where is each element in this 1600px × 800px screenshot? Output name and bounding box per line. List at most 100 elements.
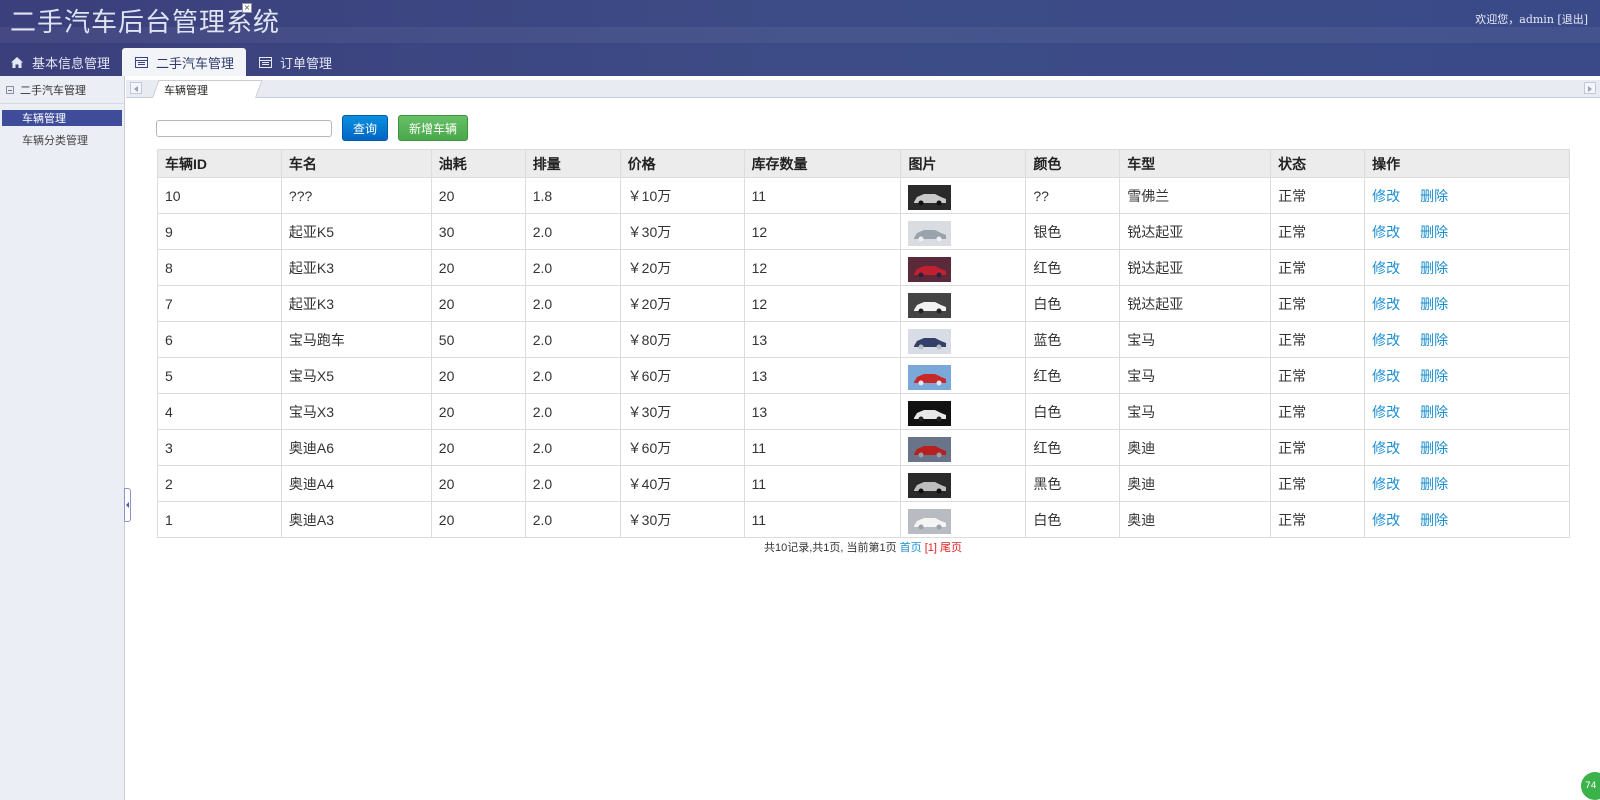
cell-displacement: 2.0 [524, 285, 621, 322]
cell-actions: 修改 删除 [1364, 429, 1570, 466]
edit-link[interactable]: 修改 [1372, 440, 1400, 456]
nav-tab-basic-info[interactable]: 基本信息管理 [0, 48, 122, 76]
cell-color: 蓝色 [1025, 321, 1121, 358]
nav-tab-used-car[interactable]: 二手汽车管理 [122, 48, 247, 76]
cell-model: 奥迪 [1119, 465, 1272, 502]
cell-status: 正常 [1270, 285, 1366, 322]
cell-stock: 13 [743, 357, 902, 394]
edit-link[interactable]: 修改 [1372, 188, 1400, 204]
table-header-row: 车辆ID 车名 油耗 排量 价格 库存数量 图片 颜色 车型 状态 操作 [157, 149, 1570, 178]
tab-vehicle-management[interactable]: 车辆管理 [164, 82, 208, 98]
pagination-summary: 共10记录,共1页, 当前第1页 [763, 542, 897, 554]
cell-actions: 修改 删除 [1364, 501, 1570, 538]
delete-link[interactable]: 删除 [1420, 368, 1448, 384]
cell-stock: 11 [743, 177, 902, 214]
car-thumbnail-image [908, 364, 952, 390]
car-thumbnail-image [908, 184, 952, 210]
table-row: 10??? 20 1.8 ￥10万 11?? 雪佛兰 正常 修改 删除 [157, 177, 1570, 214]
delete-link[interactable]: 删除 [1420, 512, 1448, 528]
edit-link[interactable]: 修改 [1372, 224, 1400, 240]
cell-model: 宝马 [1119, 393, 1272, 430]
cell-price: ￥80万 [619, 321, 745, 358]
delete-link[interactable]: 删除 [1420, 260, 1448, 276]
cell-stock: 11 [743, 465, 902, 502]
sidebar-item-vehicle-category[interactable]: 车辆分类管理 [2, 132, 122, 148]
cell-image [900, 429, 1027, 466]
column-header: 价格 [619, 149, 745, 178]
edit-link[interactable]: 修改 [1372, 404, 1400, 420]
table-row: 5 宝马X5 20 2.0 ￥60万 13 红色 宝马 正常 修改 删除 [157, 357, 1570, 394]
scroll-left-icon[interactable] [130, 82, 142, 94]
column-header: 排量 [524, 149, 621, 178]
cell-price: ￥20万 [619, 285, 745, 322]
cell-displacement: 2.0 [524, 213, 621, 250]
cell-model: 雪佛兰 [1119, 177, 1272, 214]
cell-image [900, 249, 1027, 286]
cell-status: 正常 [1270, 177, 1366, 214]
edit-link[interactable]: 修改 [1372, 260, 1400, 276]
delete-link[interactable]: 删除 [1420, 296, 1448, 312]
cell-actions: 修改 删除 [1364, 213, 1570, 250]
vehicle-table: 车辆ID 车名 油耗 排量 价格 库存数量 图片 颜色 车型 状态 操作 10??? 20 1.8 ￥10… [157, 149, 1570, 538]
add-vehicle-button[interactable]: 新增车辆 [398, 115, 468, 141]
car-thumbnail-image [908, 472, 952, 498]
cell-vehicle-name: 起亚K3 [280, 249, 432, 286]
content-tab-strip [126, 80, 1600, 98]
pagination: 共10记录,共1页, 当前第1页 首页 [1] 尾页 [0, 539, 1600, 555]
edit-link[interactable]: 修改 [1372, 368, 1400, 384]
cell-actions: 修改 删除 [1364, 393, 1570, 430]
delete-link[interactable]: 删除 [1420, 476, 1448, 492]
delete-link[interactable]: 删除 [1420, 224, 1448, 240]
delete-link[interactable]: 删除 [1420, 332, 1448, 348]
logout-link[interactable]: [退出] [1557, 13, 1588, 26]
cell-fuel-consumption: 50 [430, 321, 526, 358]
cell-color: 银色 [1025, 213, 1121, 250]
first-page-link[interactable]: 首页 [900, 542, 922, 554]
cell-vehicle-id: 8 [157, 249, 282, 286]
sidebar-section-header[interactable]: 二手汽车管理 [0, 76, 124, 104]
cell-price: ￥20万 [619, 249, 745, 286]
cell-fuel-consumption: 20 [430, 465, 526, 502]
edit-link[interactable]: 修改 [1372, 476, 1400, 492]
cell-fuel-consumption: 20 [430, 357, 526, 394]
sidebar: 二手汽车管理 车辆管理 车辆分类管理 [0, 76, 125, 800]
last-page-link[interactable]: 尾页 [940, 542, 962, 554]
cell-status: 正常 [1270, 393, 1366, 430]
column-header: 车型 [1119, 149, 1272, 178]
table-row: 3 奥迪A6 20 2.0 ￥60万 11 红色 奥迪 正常 修改 删除 [157, 429, 1570, 466]
corner-badge[interactable]: 74 [1581, 772, 1600, 800]
cell-vehicle-name: 宝马X5 [280, 357, 432, 394]
car-thumbnail-image [908, 328, 952, 354]
cell-actions: 修改 删除 [1364, 177, 1570, 214]
sidebar-section-title: 二手汽车管理 [20, 83, 86, 97]
sidebar-collapse-handle[interactable] [124, 488, 131, 522]
cell-price: ￥60万 [619, 429, 745, 466]
cell-displacement: 2.0 [524, 249, 621, 286]
scroll-right-icon[interactable] [1584, 82, 1596, 94]
table-row: 4 宝马X3 20 2.0 ￥30万 13 白色 宝马 正常 修改 删除 [157, 393, 1570, 430]
home-icon [10, 55, 24, 69]
edit-link[interactable]: 修改 [1372, 296, 1400, 312]
cell-actions: 修改 删除 [1364, 249, 1570, 286]
cell-actions: 修改 删除 [1364, 285, 1570, 322]
cell-model: 宝马 [1119, 357, 1272, 394]
close-icon[interactable]: × [242, 3, 252, 13]
cell-price: ￥30万 [619, 393, 745, 430]
query-button[interactable]: 查询 [342, 115, 388, 141]
edit-link[interactable]: 修改 [1372, 332, 1400, 348]
page-number-link[interactable]: [1] [925, 542, 937, 554]
column-header: 操作 [1364, 149, 1570, 178]
sidebar-item-vehicle-management[interactable]: 车辆管理 [2, 110, 122, 126]
delete-link[interactable]: 删除 [1420, 188, 1448, 204]
cell-color: 白色 [1025, 501, 1121, 538]
delete-link[interactable]: 删除 [1420, 404, 1448, 420]
cell-status: 正常 [1270, 357, 1366, 394]
search-input[interactable] [156, 120, 332, 137]
cell-status: 正常 [1270, 501, 1366, 538]
edit-link[interactable]: 修改 [1372, 512, 1400, 528]
delete-link[interactable]: 删除 [1420, 440, 1448, 456]
cell-price: ￥60万 [619, 357, 745, 394]
cell-model: 奥迪 [1119, 429, 1272, 466]
cell-vehicle-id: 9 [157, 213, 282, 250]
nav-tab-orders[interactable]: 订单管理 [246, 48, 344, 76]
